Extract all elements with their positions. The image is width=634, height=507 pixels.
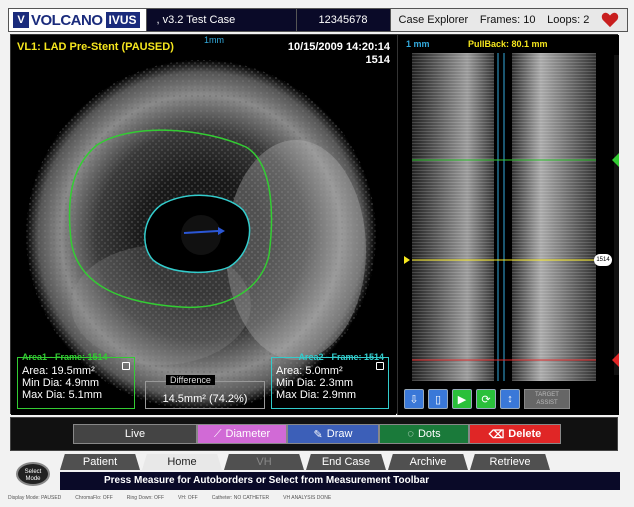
frame-number: 1514 [365, 54, 390, 66]
tab-retrieve[interactable]: Retrieve [470, 454, 550, 470]
delete-button[interactable]: ⌫ Delete [469, 424, 561, 444]
area2-max-dia: Max Dia: 2.9mm [276, 389, 357, 401]
draw-icon: ✎ [313, 428, 323, 441]
vh-status: VH: OFF [178, 495, 198, 501]
measurement-toolbar: Live ⟋ Diameter ✎ Draw ◌ Dots ⌫ Delete [10, 417, 618, 451]
area2-header: Area2 - Frame: 1514 [298, 352, 384, 362]
longitudinal-image [404, 53, 619, 381]
delete-label: Delete [508, 428, 542, 440]
draw-label: Draw [326, 428, 353, 440]
brand-name: VOLCANO [31, 11, 103, 29]
longitudinal-view[interactable]: 1514 1 mm PullBack: 80.1 mm ⇩ ▯ ▶ ⟳ ↕ TA… [397, 35, 619, 415]
select-mode-button[interactable]: Select Mode [16, 462, 50, 486]
case-explorer-bar[interactable]: Case Explorer Frames: 10 Loops: 2 [390, 9, 627, 31]
loop-button[interactable]: ⟳ [476, 389, 496, 409]
main-panel: 1mm VL1: LAD Pre-Stent (PAUSED) 10/15/20… [10, 34, 619, 415]
tab-home[interactable]: Home [142, 454, 222, 470]
dots-button[interactable]: ◌ Dots [379, 424, 469, 444]
play-button[interactable]: ▶ [452, 389, 472, 409]
book-view-button[interactable]: ▯ [428, 389, 448, 409]
ivus-cross-section-view[interactable]: 1mm VL1: LAD Pre-Stent (PAUSED) 10/15/20… [11, 35, 396, 415]
lock-icon[interactable] [122, 362, 130, 370]
target-assist-button[interactable]: TARGET ASSIST [524, 389, 570, 409]
vh-analysis-status: VH ANALYSIS DONE [283, 495, 332, 501]
dots-icon: ◌ [407, 428, 414, 440]
loop-icon: ⟳ [481, 393, 491, 406]
area2-area: Area: 5.0mm² [276, 365, 343, 377]
case-explorer-label[interactable]: Case Explorer [399, 14, 469, 26]
patient-id: 12345678 [297, 9, 391, 31]
footer-status: Display Mode: PAUSED ChromaFlo: OFF Ring… [8, 495, 628, 504]
tab-vh[interactable]: VH [224, 454, 304, 470]
eraser-icon: ⌫ [488, 428, 505, 441]
area1-min-dia: Min Dia: 4.9mm [22, 377, 100, 389]
volcano-logo: V VOLCANO IVUS [9, 9, 147, 31]
status-message: Press Measure for Autoborders or Select … [60, 472, 620, 490]
header-bar: V VOLCANO IVUS , v3.2 Test Case 12345678… [8, 8, 628, 32]
area1-measurement[interactable]: Area1 - Frame: 1514 Area: 19.5mm² Min Di… [17, 352, 135, 409]
frame-marker-label[interactable]: 1514 [594, 254, 612, 266]
catheter-status: Catheter: NO CATHETER [211, 495, 270, 501]
frames-count: Frames: 10 [479, 14, 536, 26]
area2-measurement[interactable]: Area2 - Frame: 1514 Area: 5.0mm² Min Dia… [271, 352, 389, 409]
ring-down-status: Ring Down: OFF [126, 495, 165, 501]
draw-button[interactable]: ✎ Draw [287, 424, 379, 444]
length-button[interactable]: ↕ [500, 389, 520, 409]
timestamp: 10/15/2009 14:20:14 [287, 41, 390, 53]
live-button[interactable]: Live [73, 424, 197, 444]
dots-label: Dots [417, 428, 441, 440]
split-view-button[interactable]: ⇩ [404, 389, 424, 409]
difference-label: Difference [166, 375, 215, 385]
tab-archive[interactable]: Archive [388, 454, 468, 470]
playback-controls: ⇩ ▯ ▶ ⟳ ↕ TARGET ASSIST [404, 389, 570, 409]
diameter-icon: ⟋ [213, 427, 222, 440]
tab-patient[interactable]: Patient [60, 454, 140, 470]
product-name: IVUS [105, 12, 140, 28]
case-name: , v3.2 Test Case [147, 9, 297, 31]
difference-value: 14.5mm² (74.2%) [162, 393, 248, 405]
long-scale-label: 1 mm [406, 39, 430, 49]
loops-count: Loops: 2 [547, 14, 590, 26]
navigation-tabs: Patient Home VH End Case Archive Retriev… [60, 454, 552, 470]
volcano-v-icon: V [13, 12, 29, 28]
display-mode: Display Mode: PAUSED [8, 495, 62, 501]
split-view-icon: ⇩ [409, 393, 419, 406]
area1-header: Area1 - Frame: 1514 [22, 352, 108, 362]
book-icon: ▯ [434, 393, 442, 406]
area1-area: Area: 19.5mm² [22, 365, 95, 377]
pullback-title: VL1: LAD Pre-Stent (PAUSED) [17, 41, 174, 53]
tab-end-case[interactable]: End Case [306, 454, 386, 470]
lock-icon[interactable] [376, 362, 384, 370]
area1-max-dia: Max Dia: 5.1mm [22, 389, 103, 401]
frame-timestamp: 10/15/2009 14:20:14 1514 [288, 41, 390, 67]
heart-icon [601, 12, 619, 28]
length-icon: ↕ [507, 393, 513, 405]
diameter-button[interactable]: ⟋ Diameter [197, 424, 287, 444]
diameter-label: Diameter [225, 428, 271, 440]
chromaflo-status: ChromaFlo: OFF [75, 495, 113, 501]
scale-bar-label: 1mm [204, 35, 224, 45]
ivus-application: V VOLCANO IVUS , v3.2 Test Case 12345678… [0, 0, 634, 507]
area2-min-dia: Min Dia: 2.3mm [276, 377, 354, 389]
pullback-length: PullBack: 80.1 mm [468, 39, 548, 49]
play-icon: ▶ [457, 393, 467, 406]
difference-box: Difference 14.5mm² (74.2%) [145, 375, 265, 409]
